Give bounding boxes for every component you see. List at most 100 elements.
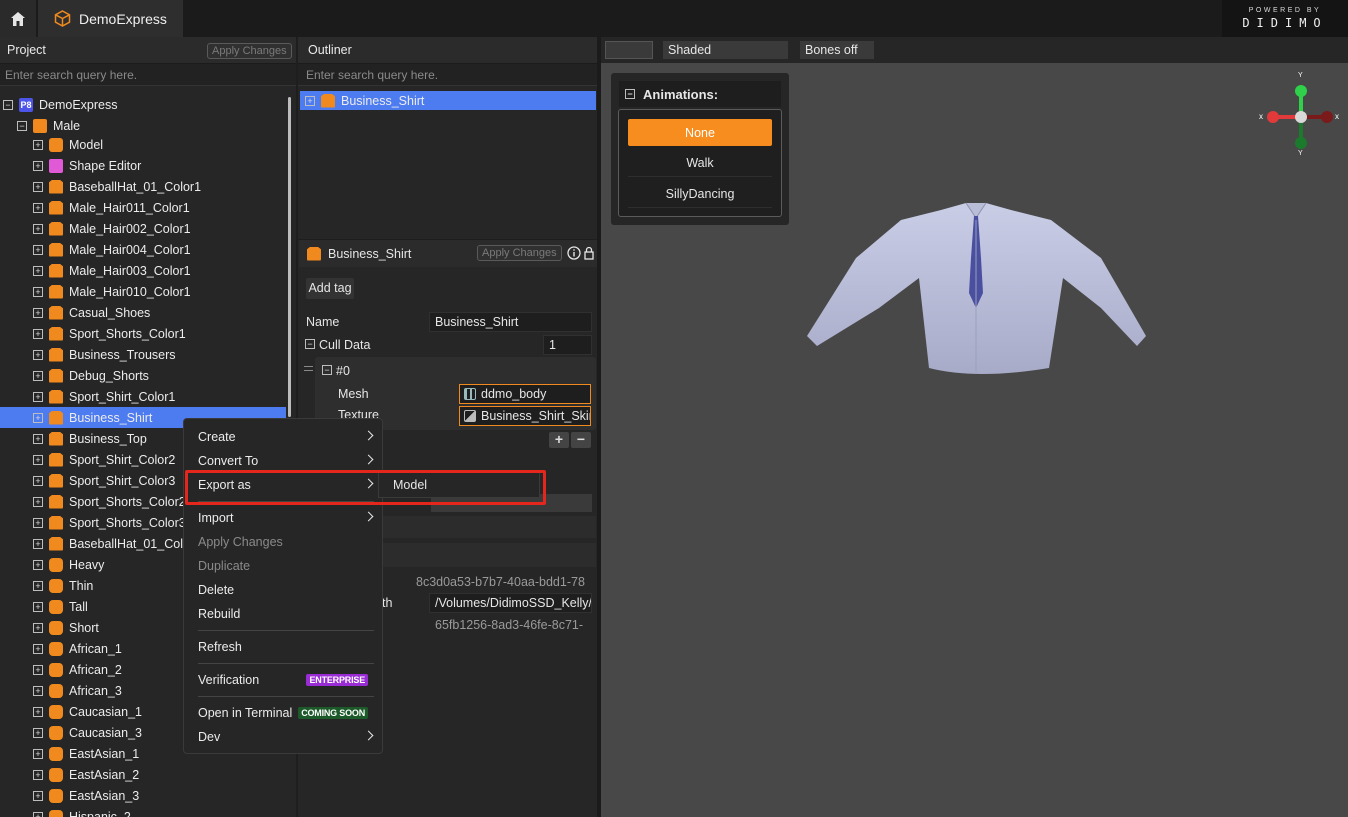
tree-item-male-hair004-color1[interactable]: + Male_Hair004_Color1 <box>0 239 286 260</box>
axis-gizmo[interactable] <box>1257 73 1337 163</box>
outliner-item-business-shirt[interactable]: + Business_Shirt <box>300 91 596 110</box>
expand-icon[interactable]: + <box>305 95 315 106</box>
expand-icon[interactable]: + <box>33 664 43 675</box>
tree-item-baseballhat-01-color1[interactable]: + BaseballHat_01_Color1 <box>0 176 286 197</box>
expand-icon[interactable]: + <box>33 811 43 817</box>
expand-icon[interactable]: + <box>33 748 43 759</box>
expand-icon[interactable]: + <box>33 475 43 486</box>
app-tab[interactable]: DemoExpress <box>38 0 183 37</box>
animation-walk[interactable]: Walk <box>628 150 772 177</box>
expand-icon[interactable]: + <box>33 265 43 276</box>
mesh-field[interactable]: ddmo_body <box>459 384 591 404</box>
expand-icon[interactable]: + <box>33 496 43 507</box>
tree-item-male-hair002-color1[interactable]: + Male_Hair002_Color1 <box>0 218 286 239</box>
tree-item-shape-editor[interactable]: + Shape Editor <box>0 155 286 176</box>
tree-item-sport-shorts-color1[interactable]: + Sport_Shorts_Color1 <box>0 323 286 344</box>
expand-icon[interactable]: + <box>33 454 43 465</box>
project-apply-button[interactable]: Apply Changes <box>207 43 292 59</box>
outliner-search-input[interactable]: Enter search query here. <box>298 64 598 86</box>
expand-icon[interactable]: + <box>33 139 43 150</box>
remove-entry-button[interactable]: − <box>571 432 591 448</box>
menu-dev[interactable]: Dev <box>198 726 374 748</box>
expand-icon[interactable]: + <box>33 769 43 780</box>
menu-create[interactable]: Create <box>198 426 374 448</box>
entry-collapse-icon[interactable]: − <box>322 365 332 375</box>
cull-collapse-icon[interactable]: − <box>305 339 315 349</box>
tree-item-male-hair010-color1[interactable]: + Male_Hair010_Color1 <box>0 281 286 302</box>
expand-icon[interactable]: + <box>33 517 43 528</box>
cull-data-field[interactable]: 1 <box>543 335 592 355</box>
expand-icon[interactable]: + <box>33 538 43 549</box>
menu-open-terminal[interactable]: Open in Terminal COMING SOON <box>198 702 374 724</box>
expand-icon[interactable]: + <box>33 622 43 633</box>
expand-icon[interactable]: + <box>33 160 43 171</box>
expand-icon[interactable]: + <box>33 685 43 696</box>
menu-delete[interactable]: Delete <box>198 579 374 601</box>
expand-icon[interactable]: + <box>33 433 43 444</box>
tree-item-eastasian-3[interactable]: + EastAsian_3 <box>0 785 286 806</box>
expand-icon[interactable]: + <box>33 412 43 423</box>
expand-icon[interactable]: + <box>33 643 43 654</box>
animation-silly-dancing[interactable]: SillyDancing <box>628 181 772 208</box>
add-entry-button[interactable]: + <box>549 432 569 448</box>
tree-item-eastasian-2[interactable]: + EastAsian_2 <box>0 764 286 785</box>
animations-header[interactable]: − Animations: <box>619 81 781 107</box>
tree-item-root[interactable]: − P8 DemoExpress <box>0 94 286 115</box>
menu-export-as[interactable]: Export as <box>198 474 374 496</box>
expand-icon[interactable]: + <box>33 307 43 318</box>
project-scrollbar[interactable] <box>288 97 291 417</box>
id-field: 8c3d0a53-b7b7-40aa-bdd1-78 <box>416 575 585 589</box>
inspector-apply-button[interactable]: Apply Changes <box>477 245 562 261</box>
shading-dropdown[interactable]: Shaded <box>663 41 788 59</box>
expand-icon[interactable]: + <box>33 559 43 570</box>
expand-icon[interactable]: + <box>33 580 43 591</box>
expand-icon[interactable]: + <box>33 790 43 801</box>
home-button[interactable] <box>0 0 36 37</box>
tree-item-business-trousers[interactable]: + Business_Trousers <box>0 344 286 365</box>
tree-item-male-hair003-color1[interactable]: + Male_Hair003_Color1 <box>0 260 286 281</box>
expand-icon[interactable]: + <box>33 328 43 339</box>
bones-toggle[interactable]: Bones off <box>800 41 874 59</box>
tree-item-model[interactable]: + Model <box>0 134 286 155</box>
lock-icon[interactable] <box>584 246 594 260</box>
menu-convert-to[interactable]: Convert To <box>198 450 374 472</box>
menu-refresh[interactable]: Refresh <box>198 636 374 658</box>
expand-icon[interactable]: + <box>33 706 43 717</box>
expand-icon[interactable]: + <box>33 181 43 192</box>
menu-verification[interactable]: Verification ENTERPRISE <box>198 669 374 691</box>
add-tag-button[interactable]: Add tag <box>306 278 354 299</box>
tree-item-label: BaseballHat_01_Color1 <box>69 179 202 194</box>
tree-item-sport-shirt-color1[interactable]: + Sport_Shirt_Color1 <box>0 386 286 407</box>
expand-icon[interactable]: + <box>33 601 43 612</box>
tree-item-casual-shoes[interactable]: + Casual_Shoes <box>0 302 286 323</box>
tree-item-male-hair011-color1[interactable]: + Male_Hair011_Color1 <box>0 197 286 218</box>
texture-field[interactable]: Business_Shirt_Skin <box>459 406 591 426</box>
expand-icon[interactable]: + <box>33 370 43 381</box>
info-icon[interactable] <box>567 246 581 260</box>
tree-item-hispanic-2[interactable]: + Hispanic_2 <box>0 806 286 817</box>
collapse-icon[interactable]: − <box>625 89 635 99</box>
expand-icon[interactable]: + <box>33 349 43 360</box>
menu-import[interactable]: Import <box>198 507 374 529</box>
viewport-toolbar-blank[interactable] <box>605 41 653 59</box>
expand-icon[interactable]: + <box>33 391 43 402</box>
expand-icon[interactable]: + <box>33 244 43 255</box>
expand-icon[interactable]: + <box>33 727 43 738</box>
tree-item-male[interactable]: − Male <box>0 115 286 136</box>
expand-icon[interactable]: + <box>33 202 43 213</box>
menu-duplicate[interactable]: Duplicate <box>198 555 374 577</box>
collapse-icon[interactable]: − <box>3 99 13 110</box>
menu-rebuild[interactable]: Rebuild <box>198 603 374 625</box>
tree-item-debug-shorts[interactable]: + Debug_Shorts <box>0 365 286 386</box>
expand-icon[interactable]: + <box>33 286 43 297</box>
project-search-input[interactable]: Enter search query here. <box>0 64 296 86</box>
name-field[interactable]: Business_Shirt <box>429 312 592 332</box>
expand-icon[interactable]: + <box>33 223 43 234</box>
path-field[interactable]: /Volumes/DidimoSSD_Kelly/ <box>429 593 592 613</box>
submenu-model[interactable]: Model <box>393 478 427 492</box>
menu-apply-changes[interactable]: Apply Changes <box>198 531 374 553</box>
animation-none[interactable]: None <box>628 119 772 146</box>
collapse-icon[interactable]: − <box>17 120 27 131</box>
drag-handle-icon[interactable] <box>304 366 313 371</box>
shirt-model <box>807 202 1146 374</box>
